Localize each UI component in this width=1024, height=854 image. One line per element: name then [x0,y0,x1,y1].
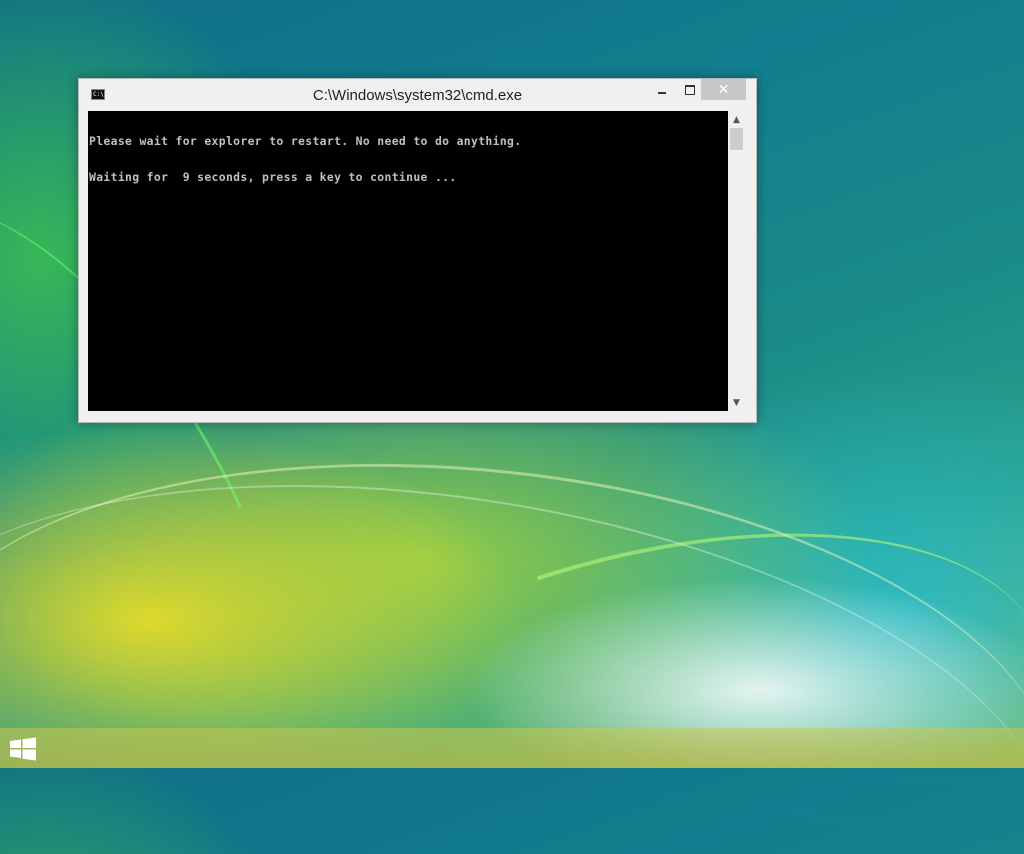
wallpaper-swoosh [0,407,1024,854]
close-icon: ✕ [717,81,730,98]
scrollbar-thumb[interactable] [730,128,743,150]
console-output[interactable]: Please wait for explorer to restart. No … [88,111,728,411]
maximize-icon [685,84,695,95]
taskbar [0,728,1024,768]
scroll-up-icon[interactable]: ▲ [728,111,745,128]
vertical-scrollbar[interactable]: ▲ ▼ [728,111,745,411]
console-line: Please wait for explorer to restart. No … [89,134,522,148]
close-button[interactable]: ✕ [701,79,746,100]
title-bar[interactable]: C:\ C:\Windows\system32\cmd.exe ✕ [79,79,756,111]
cmd-window[interactable]: C:\ C:\Windows\system32\cmd.exe ✕ Please… [78,78,757,423]
minimize-button[interactable] [648,79,676,100]
windows-logo-icon [10,737,36,761]
minimize-icon [658,91,666,94]
scroll-down-icon[interactable]: ▼ [728,394,745,411]
start-button[interactable] [8,737,40,761]
maximize-button[interactable] [676,79,704,100]
console-line: Waiting for 9 seconds, press a key to co… [89,170,457,184]
